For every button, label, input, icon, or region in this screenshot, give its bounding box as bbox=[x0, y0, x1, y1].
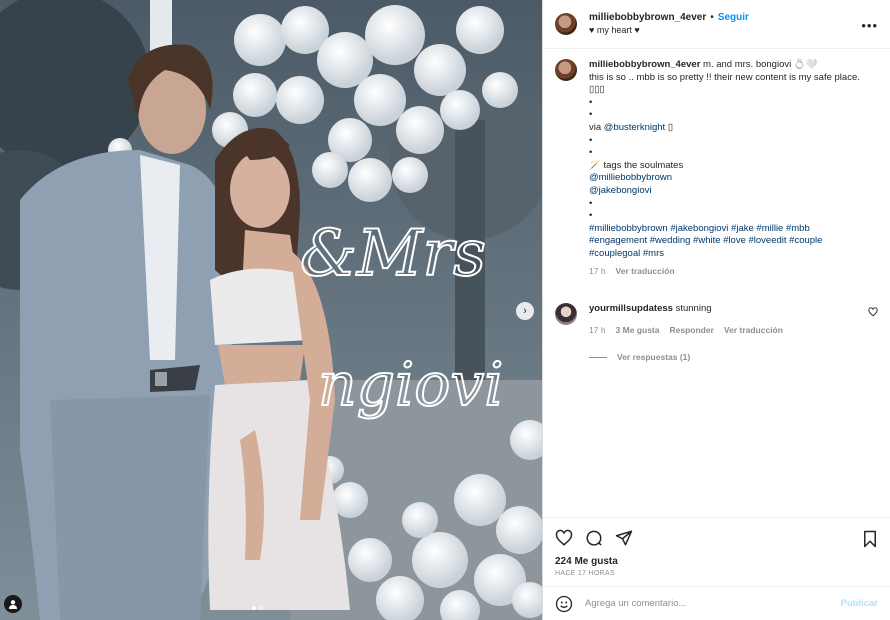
emoji-icon[interactable] bbox=[555, 595, 573, 613]
caption-bullet: • bbox=[589, 96, 593, 108]
translate-button[interactable]: Ver traducción bbox=[724, 324, 783, 337]
caption: milliebobbybrown_4ever m. and mrs. bongi… bbox=[555, 59, 878, 277]
comment-likes[interactable]: 3 Me gusta bbox=[616, 324, 660, 337]
post-actions: 224 Me gusta HACE 17 HORAS bbox=[543, 517, 890, 586]
comment-input[interactable] bbox=[585, 598, 841, 609]
translate-button[interactable]: Ver traducción bbox=[616, 265, 675, 278]
caption-username[interactable]: milliebobbybrown_4ever bbox=[589, 59, 700, 70]
caption-bullet: • bbox=[589, 210, 593, 222]
bookmark-icon[interactable] bbox=[862, 530, 878, 548]
caption-line2: this is so .. mbb is so pretty !! their … bbox=[589, 71, 860, 83]
caption-bullet: • bbox=[589, 197, 593, 209]
caption-line3: ▯▯▯ bbox=[589, 84, 605, 96]
view-replies-label: Ver respuestas (1) bbox=[617, 352, 691, 363]
follow-button[interactable]: Seguir bbox=[718, 11, 749, 24]
comment-text: stunning bbox=[672, 303, 712, 315]
caption-bullet: • bbox=[589, 147, 593, 159]
next-slide-button[interactable]: › bbox=[516, 302, 534, 320]
post-modal: &Mrs ngiovi › milliebobbybrown_4ever • S… bbox=[0, 0, 890, 620]
post-header: milliebobbybrown_4ever • Seguir ♥ my hea… bbox=[543, 0, 890, 49]
comment-username[interactable]: yourmillsupdatess bbox=[589, 303, 673, 314]
comments-section[interactable]: milliebobbybrown_4ever m. and mrs. bongi… bbox=[543, 49, 890, 517]
post-sidebar: milliebobbybrown_4ever • Seguir ♥ my hea… bbox=[542, 0, 890, 620]
more-options-icon[interactable]: ••• bbox=[861, 18, 878, 33]
user-tag-button[interactable] bbox=[4, 595, 22, 613]
hashtags-line[interactable]: #couplegoal #mrs bbox=[589, 248, 860, 261]
post-media[interactable]: &Mrs ngiovi › bbox=[0, 0, 542, 620]
person-icon bbox=[9, 600, 17, 609]
caption-line1: m. and mrs. bongiovi 💍🤍 bbox=[700, 59, 818, 70]
carousel-dot bbox=[259, 606, 263, 610]
likes-count[interactable]: 224 Me gusta bbox=[555, 556, 878, 567]
carousel-dots bbox=[252, 606, 263, 610]
post-timestamp: HACE 17 HORAS bbox=[555, 570, 615, 577]
share-icon[interactable] bbox=[615, 529, 633, 547]
caption-bullet: • bbox=[589, 109, 593, 121]
caption-bullet: • bbox=[589, 134, 593, 146]
comment: yourmillsupdatess stunning 17 h 3 Me gus… bbox=[555, 303, 878, 336]
separator-dot: • bbox=[710, 12, 714, 23]
header-text: milliebobbybrown_4ever • Seguir ♥ my hea… bbox=[589, 11, 749, 37]
avatar[interactable] bbox=[555, 13, 577, 35]
avatar[interactable] bbox=[555, 59, 577, 81]
via-suffix: ▯ bbox=[665, 121, 674, 133]
header-username[interactable]: milliebobbybrown_4ever bbox=[589, 11, 706, 24]
publish-button[interactable]: Publicar bbox=[841, 598, 879, 609]
mention-link[interactable]: @milliebobbybrown bbox=[589, 172, 860, 185]
via-link[interactable]: @busterknight bbox=[604, 122, 665, 133]
heart-icon[interactable] bbox=[555, 529, 573, 547]
neon-sign-line2: ngiovi bbox=[318, 350, 503, 420]
via-prefix: via bbox=[589, 121, 604, 133]
comment-time[interactable]: 17 h bbox=[589, 324, 606, 337]
neon-sign: &Mrs ngiovi bbox=[300, 216, 504, 421]
avatar[interactable] bbox=[555, 303, 577, 326]
reply-button[interactable]: Responder bbox=[669, 324, 713, 337]
like-comment-heart-icon[interactable] bbox=[868, 307, 878, 317]
caption-time[interactable]: 17 h bbox=[589, 265, 606, 278]
add-comment-bar: Publicar bbox=[543, 586, 890, 620]
hashtags-line[interactable]: #engagement #wedding #white #love #lovee… bbox=[589, 235, 860, 248]
tags-line: 🪄 tags the soulmates bbox=[589, 159, 684, 171]
comment-icon[interactable] bbox=[585, 529, 603, 547]
header-subtitle[interactable]: ♥ my heart ♥ bbox=[589, 24, 749, 37]
mention-link[interactable]: @jakebongiovi bbox=[589, 185, 860, 198]
neon-sign-line1: &Mrs bbox=[300, 217, 486, 291]
divider bbox=[589, 356, 607, 358]
carousel-dot-active bbox=[252, 606, 256, 610]
chevron-right-icon: › bbox=[523, 305, 527, 317]
hashtags-line[interactable]: #milliebobbybrown #jakebongiovi #jake #m… bbox=[589, 223, 860, 236]
view-replies-button[interactable]: Ver respuestas (1) bbox=[589, 352, 878, 362]
